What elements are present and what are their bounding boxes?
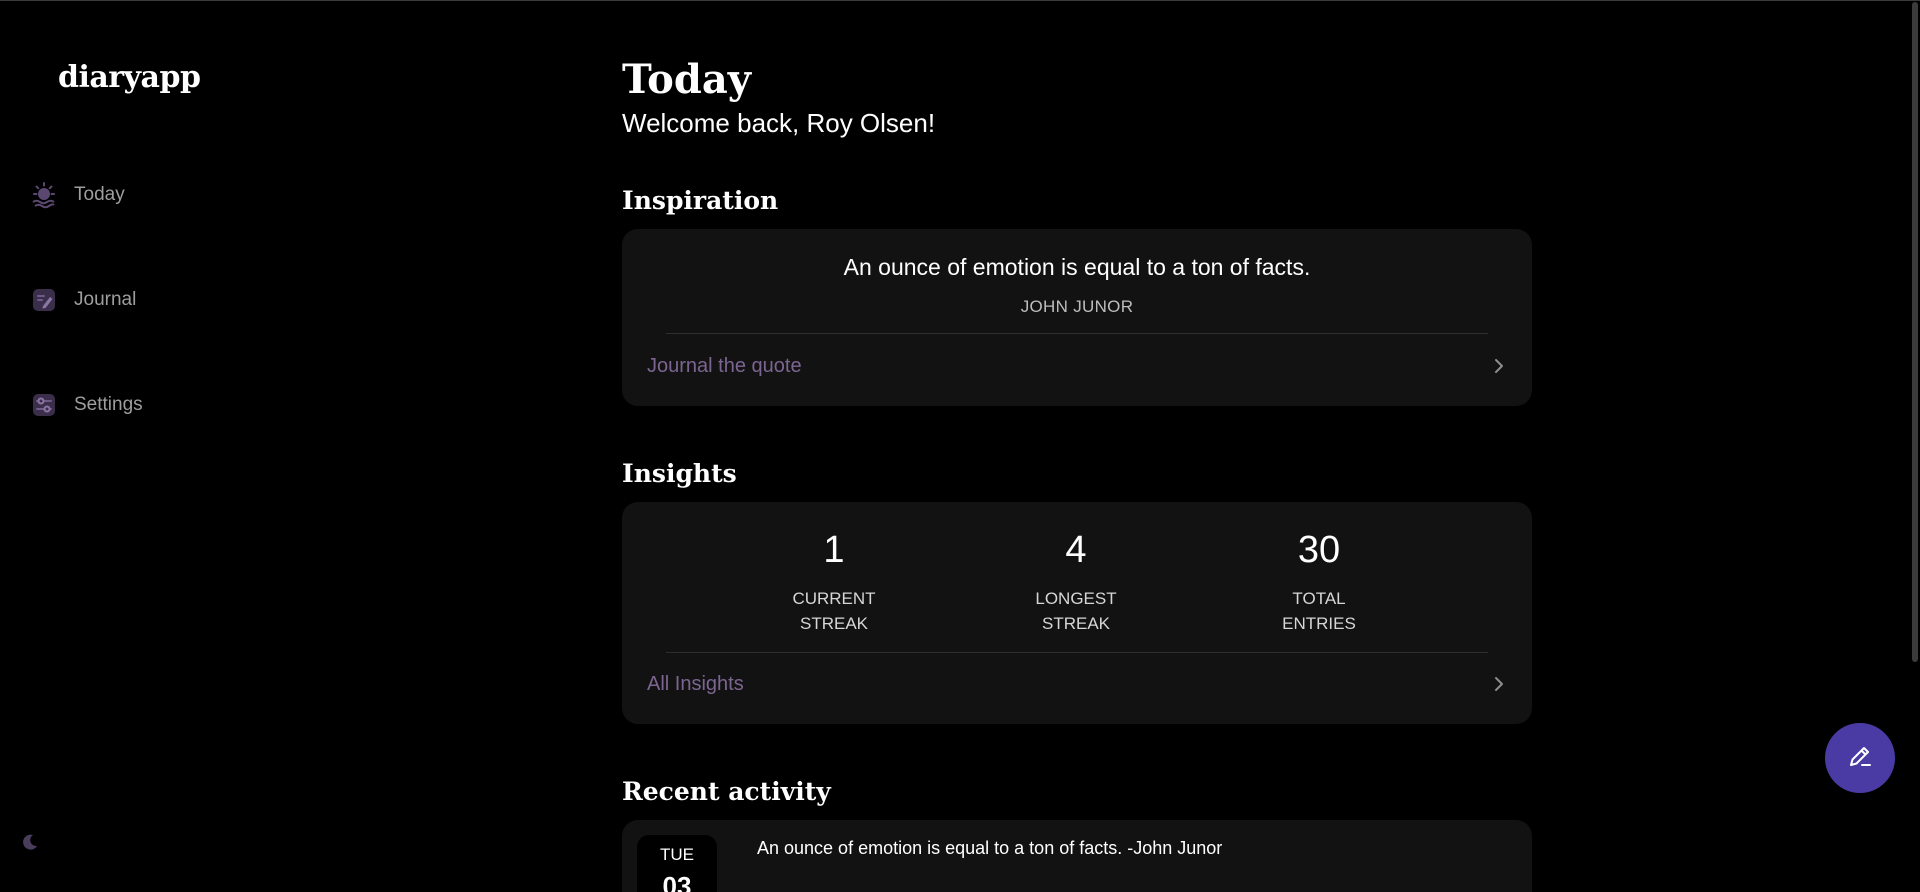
pencil-icon — [1845, 741, 1875, 776]
stat-label-line: TOTAL — [1292, 589, 1346, 608]
moon-icon[interactable] — [21, 833, 39, 851]
entry-day: 03 — [662, 871, 692, 892]
quote-author: JOHN JUNOR — [1020, 297, 1134, 316]
sliders-icon — [30, 391, 58, 419]
stat-label-line: LONGEST — [1035, 589, 1117, 608]
stat-total-entries: 30 TOTAL ENTRIES — [1239, 526, 1399, 636]
page-title: Today — [622, 56, 751, 103]
all-insights-link[interactable]: All Insights — [647, 664, 1507, 704]
stat-label-line: STREAK — [799, 614, 869, 633]
scrollbar[interactable] — [1912, 2, 1918, 662]
stat-value: 1 — [823, 529, 845, 571]
welcome-message: Welcome back, Roy Olsen! — [622, 108, 936, 138]
sidebar-item-settings[interactable]: Settings — [30, 391, 143, 419]
entry-text: An ounce of emotion is equal to a ton of… — [757, 838, 1223, 858]
app-logo[interactable]: diaryapp — [58, 60, 201, 95]
sidebar: diaryapp Today Journal Settings — [0, 0, 330, 892]
sidebar-item-today[interactable]: Today — [30, 181, 125, 209]
sidebar-item-label: Today — [74, 184, 125, 205]
stat-label: LONGEST STREAK — [996, 586, 1156, 636]
recent-activity-entry[interactable]: TUE 03 An ounce of emotion is equal to a… — [622, 820, 1532, 892]
sidebar-item-journal[interactable]: Journal — [30, 286, 136, 314]
link-label: All Insights — [647, 672, 744, 695]
stat-label: CURRENT STREAK — [754, 586, 914, 636]
stat-value: 4 — [1065, 529, 1087, 571]
divider — [666, 333, 1488, 334]
stat-label-line: STREAK — [1041, 614, 1111, 633]
link-label: Journal the quote — [647, 354, 802, 377]
sidebar-item-label: Settings — [74, 394, 143, 415]
new-entry-button[interactable] — [1825, 723, 1895, 793]
chevron-right-icon — [1491, 676, 1507, 692]
recent-activity-heading: Recent activity — [622, 777, 831, 806]
journal-edit-icon — [30, 286, 58, 314]
stat-label-line: CURRENT — [792, 589, 876, 608]
inspiration-heading: Inspiration — [622, 186, 779, 215]
stat-current-streak: 1 CURRENT STREAK — [754, 526, 914, 636]
divider — [666, 652, 1488, 653]
quote-text: An ounce of emotion is equal to a ton of… — [843, 254, 1311, 280]
insights-heading: Insights — [622, 459, 737, 488]
journal-the-quote-link[interactable]: Journal the quote — [647, 346, 1507, 386]
chevron-right-icon — [1491, 358, 1507, 374]
stat-value: 30 — [1297, 529, 1341, 571]
stat-label: TOTAL ENTRIES — [1239, 586, 1399, 636]
sidebar-item-label: Journal — [74, 289, 137, 310]
entry-date-badge: TUE 03 — [637, 835, 717, 892]
sun-icon — [30, 181, 58, 209]
stat-longest-streak: 4 LONGEST STREAK — [996, 526, 1156, 636]
insights-card: 1 CURRENT STREAK 4 LONGEST STREAK 30 TOT… — [622, 502, 1532, 724]
inspiration-card: An ounce of emotion is equal to a ton of… — [622, 229, 1532, 406]
entry-day-of-week: TUE — [660, 845, 694, 864]
stat-label-line: ENTRIES — [1282, 614, 1356, 633]
